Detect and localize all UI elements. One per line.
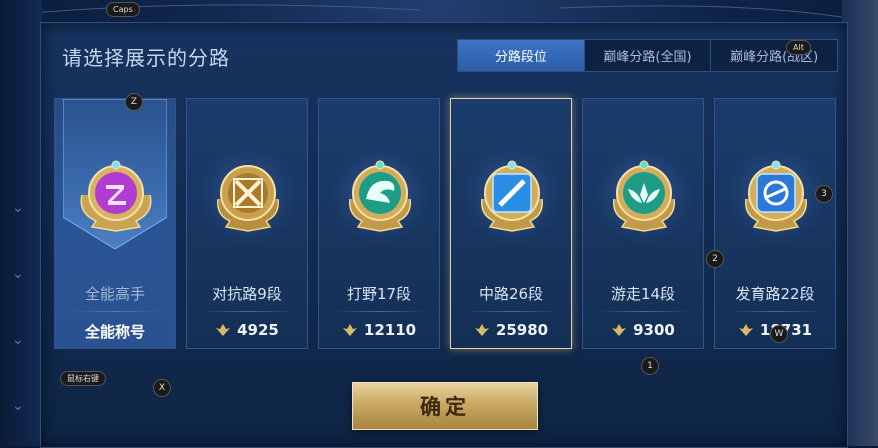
lane-name: 中路26段: [478, 285, 544, 303]
chevron-down-icon[interactable]: ⌄: [12, 200, 24, 216]
jungle-emblem-icon: [349, 160, 411, 232]
key-hint-w: W: [770, 325, 788, 343]
tab-peak-national[interactable]: 巅峰分路(全国): [583, 40, 711, 71]
lane-name: 全能高手: [84, 285, 145, 303]
key-hint-x: X: [153, 379, 171, 397]
rank-points-icon: [216, 324, 231, 336]
chevron-down-icon[interactable]: ⌄: [12, 332, 24, 348]
confirm-button[interactable]: 确定: [352, 382, 538, 430]
divider: [729, 311, 823, 312]
rank-points-icon: [738, 324, 753, 336]
divider: [465, 311, 559, 312]
lane-score: 4925: [187, 321, 307, 339]
lane-card-clash[interactable]: 对抗路9段 4925: [186, 98, 308, 349]
tab-bar: 分路段位 巅峰分路(全国) 巅峰分路(战区): [457, 39, 838, 72]
tab-lane-rank[interactable]: 分路段位: [458, 40, 584, 71]
lane-score: 9300: [583, 321, 703, 339]
key-hint-alt: Alt: [786, 40, 811, 55]
lane-name: 游走14段: [610, 285, 676, 303]
roam-emblem-icon: [613, 160, 675, 232]
rank-points-icon: [474, 324, 489, 336]
rank-points-icon: [612, 324, 627, 336]
lane-score-value: 25980: [495, 321, 549, 339]
lane-card-roam[interactable]: 游走14段 9300: [582, 98, 704, 349]
lane-card-all-round[interactable]: 全能高手 全能称号: [54, 98, 176, 349]
left-side-list: ⌄ ⌄ ⌄ ⌄: [0, 0, 42, 446]
lane-card-farm[interactable]: 发育路22段 18731: [714, 98, 836, 349]
lane-card-jungle[interactable]: 打野17段 12110: [318, 98, 440, 349]
dialog-title: 请选择展示的分路: [62, 46, 230, 70]
farm-lane-emblem-icon: [745, 160, 807, 232]
key-hint-caps: Caps: [106, 2, 140, 17]
chevron-down-icon[interactable]: ⌄: [12, 266, 24, 282]
divider: [333, 311, 427, 312]
lane-score-value: 4925: [237, 321, 279, 339]
rank-points-icon: [342, 324, 357, 336]
divider: [69, 311, 163, 312]
tab-peak-region[interactable]: 巅峰分路(战区): [710, 40, 837, 71]
lane-score-value: 12110: [363, 321, 417, 339]
key-hint-z: Z: [125, 93, 143, 111]
lane-card-mid[interactable]: 中路26段 25980: [450, 98, 572, 349]
key-hint-2: 2: [706, 250, 724, 268]
key-hint-3: 3: [815, 185, 833, 203]
all-round-emblem-icon: [80, 160, 152, 232]
divider: [201, 311, 295, 312]
lane-score: 25980: [451, 321, 571, 339]
clash-lane-emblem-icon: [217, 165, 279, 232]
mid-lane-emblem-icon: [481, 160, 543, 232]
lane-score: 12110: [319, 321, 439, 339]
lane-name: 对抗路9段: [212, 285, 282, 303]
chevron-down-icon[interactable]: ⌄: [12, 398, 24, 414]
lane-name: 打野17段: [346, 285, 412, 303]
key-hint-mouse: 鼠标右键: [60, 371, 106, 386]
lane-title-label: 全能称号: [84, 323, 145, 341]
key-hint-1: 1: [641, 357, 659, 375]
lane-score-value: 9300: [633, 321, 675, 339]
lane-name: 发育路22段: [735, 285, 815, 303]
divider: [597, 311, 691, 312]
